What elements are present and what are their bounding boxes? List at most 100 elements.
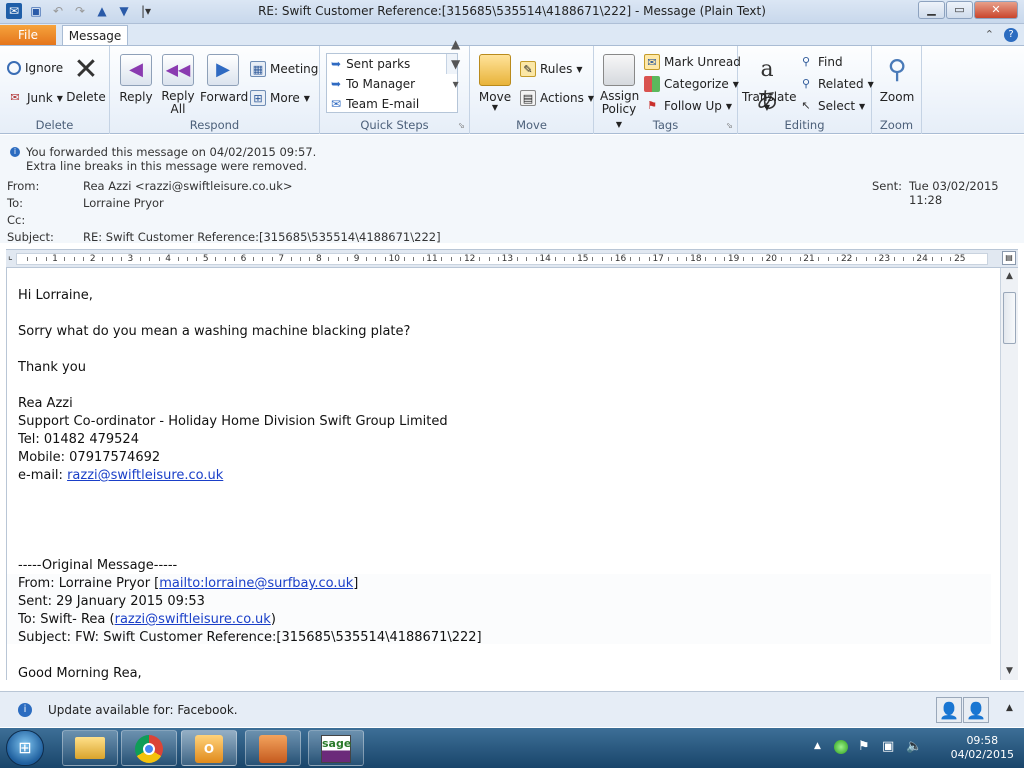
expand-people-pane-icon[interactable]: ▲ <box>1006 703 1013 713</box>
vertical-scrollbar[interactable]: ▲ ▼ <box>1000 268 1018 680</box>
respond-group-label: Respond <box>189 118 240 132</box>
ruler-tick <box>422 257 424 261</box>
quick-step-to-manager[interactable]: ➥ To Manager <box>327 74 457 94</box>
select-button[interactable]: ↖ Select ▼ <box>798 98 865 114</box>
view-ruler-icon[interactable]: ▤ <box>1002 251 1016 265</box>
quick-step-team-email[interactable]: ✉ Team E-mail <box>327 94 457 114</box>
taskbar-outlook[interactable]: O <box>181 730 237 766</box>
signature-email-link[interactable]: razzi@swiftleisure.co.uk <box>67 468 223 483</box>
quick-step-icon: ➥ <box>331 57 342 71</box>
ruler-tick <box>102 257 104 261</box>
ribbon-tab-bar: File Message ⌃ ? <box>0 24 1024 47</box>
collapse-ribbon-icon[interactable]: ⌃ <box>985 28 994 42</box>
tray-green-status-icon[interactable] <box>834 740 848 754</box>
update-available-text[interactable]: Update available for: Facebook. <box>48 703 238 717</box>
delete-button[interactable]: ✕ Delete <box>66 52 106 105</box>
tray-network-icon[interactable]: ▣ <box>882 739 894 754</box>
ignore-button[interactable]: Ignore <box>7 61 63 75</box>
meeting-button[interactable]: ▦ Meeting <box>250 61 318 77</box>
ruler-tick <box>714 257 716 261</box>
related-button[interactable]: ⚲ Related ▼ <box>798 76 874 92</box>
scroll-up-arrow[interactable]: ▲ <box>1001 268 1018 285</box>
tab-file[interactable]: File <box>0 25 56 46</box>
ruler-tick <box>686 257 688 261</box>
dialog-launcher-icon[interactable]: ⬂ <box>726 121 733 130</box>
forward-button[interactable]: ▶ Forward <box>200 54 248 104</box>
taskbar-sage[interactable]: sage <box>308 730 364 766</box>
windows-taskbar: ⊞ O sage ▲ ⚑ ▣ 🔈 09:58 04/02/2015 <box>0 728 1024 768</box>
from-value[interactable]: Rea Azzi <razzi@swiftleisure.co.uk> <box>83 179 293 193</box>
original-to-link[interactable]: razzi@swiftleisure.co.uk <box>115 612 271 627</box>
body-question: Sorry what do you mean a washing machine… <box>18 324 411 339</box>
ruler-number: 19 <box>727 254 740 264</box>
start-button[interactable]: ⊞ <box>6 730 44 766</box>
quick-steps-scroll[interactable]: ▲▼▾ <box>446 37 460 91</box>
contact-avatar-icon[interactable]: 👤 <box>936 697 962 723</box>
delete-x-icon: ✕ <box>73 52 99 87</box>
ruler-tick <box>912 257 914 261</box>
taskbar-explorer[interactable] <box>62 730 118 766</box>
info-icon: i <box>18 703 32 717</box>
ruler-tick <box>26 257 28 261</box>
contact-avatar-icon[interactable]: 👤 <box>963 697 989 723</box>
rules-button[interactable]: ✎ Rules ▼ <box>520 61 583 77</box>
tray-show-hidden-icon[interactable]: ▲ <box>814 741 821 751</box>
ruler-tick <box>667 257 669 261</box>
tab-stop-icon[interactable]: ⌞ <box>8 251 13 262</box>
taskbar-chrome[interactable] <box>121 730 177 766</box>
help-icon[interactable]: ? <box>1004 28 1018 42</box>
move-group: Move ▼ ✎ Rules ▼ ▤ Actions ▼ Move <box>470 46 594 134</box>
translate-icon: aあ <box>755 57 778 114</box>
info-icon: i <box>10 147 20 157</box>
categorize-button[interactable]: Categorize ▼ <box>644 76 739 92</box>
quick-step-icon: ✉ <box>331 97 342 111</box>
info-forwarded: You forwarded this message on 04/02/2015… <box>26 145 317 159</box>
reply-button[interactable]: ◀ Reply <box>118 54 154 104</box>
mark-unread-button[interactable]: ✉ Mark Unread <box>644 54 741 70</box>
system-clock[interactable]: 09:58 04/02/2015 <box>951 734 1014 762</box>
zoom-button[interactable]: ⚲ Zoom <box>876 54 918 104</box>
ruler-scale[interactable]: 1 2 3 4 5 6 7 8 9 10 11 12 13 14 15 16 17 18 19 20 21 22 23 24 2… <box>16 253 988 265</box>
quick-step-icon: ➥ <box>331 77 342 91</box>
ruler-tick <box>799 257 801 261</box>
translate-button[interactable]: aあ Translate ▼ <box>742 54 797 114</box>
ruler-number: 25 <box>954 254 966 264</box>
subject-value: RE: Swift Customer Reference:[315685\535… <box>83 230 441 244</box>
tray-flag-icon[interactable]: ⚑ <box>858 739 870 754</box>
reply-all-icon: ◀◀ <box>162 54 194 86</box>
ruler-tick <box>196 257 198 261</box>
ruler-tick <box>460 257 462 261</box>
follow-up-button[interactable]: ⚑ Follow Up ▼ <box>644 98 732 114</box>
chrome-icon <box>135 735 163 763</box>
ruler-tick <box>186 257 188 261</box>
actions-button[interactable]: ▤ Actions ▼ <box>520 90 594 106</box>
message-body[interactable]: Hi Lorraine, Sorry what do you mean a wa… <box>6 268 1000 680</box>
scroll-down-arrow[interactable]: ▼ <box>1001 663 1018 680</box>
taskbar-contacts[interactable] <box>245 730 301 766</box>
tray-volume-icon[interactable]: 🔈 <box>906 739 922 754</box>
original-from-link[interactable]: mailto:lorraine@surfbay.co.uk <box>159 576 353 591</box>
find-button[interactable]: ⚲ Find <box>798 54 843 70</box>
ruler-tick <box>45 257 47 261</box>
reply-all-button[interactable]: ◀◀ Reply All <box>160 54 196 116</box>
ruler-number: 21 <box>803 254 815 264</box>
ruler-tick <box>224 257 226 261</box>
original-to: To: Swift- Rea (razzi@swiftleisure.co.uk… <box>18 612 276 627</box>
move-button[interactable]: Move ▼ <box>478 54 512 112</box>
maximize-button[interactable]: ▭ <box>946 1 973 19</box>
ruler-tick <box>940 257 942 261</box>
close-button[interactable]: ✕ <box>974 1 1018 19</box>
from-label: From: <box>7 179 40 193</box>
signature-mobile: Mobile: 07917574692 <box>18 450 161 465</box>
tab-message[interactable]: Message <box>62 25 128 47</box>
binoculars-icon: ⚲ <box>801 55 811 68</box>
minimize-button[interactable]: ▁ <box>918 1 945 19</box>
info-line-breaks[interactable]: Extra line breaks in this message were r… <box>26 159 307 173</box>
dialog-launcher-icon[interactable]: ⬂ <box>458 121 465 130</box>
signature-title: Support Co-ordinator - Holiday Home Divi… <box>18 414 448 429</box>
quick-step-sent-parks[interactable]: ➥ Sent parks <box>327 54 457 74</box>
junk-button[interactable]: ✉ Junk ▼ <box>7 90 62 106</box>
more-respond-button[interactable]: ⊞ More ▼ <box>250 90 310 106</box>
to-value[interactable]: Lorraine Pryor <box>83 196 164 210</box>
scroll-thumb[interactable] <box>1003 292 1016 344</box>
